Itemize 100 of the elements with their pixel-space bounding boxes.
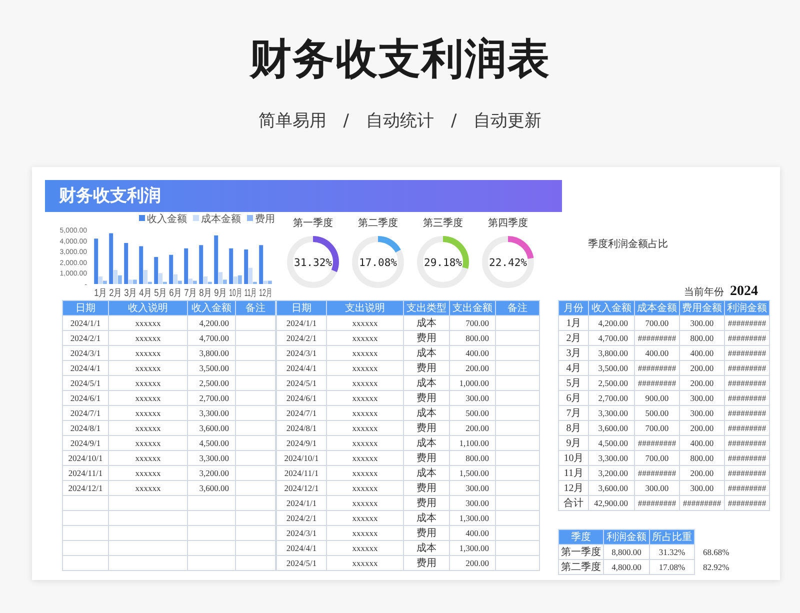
table-cell: 3,300.00 (188, 406, 236, 420)
table-cell: xxxxxx (326, 540, 404, 556)
table-cell: 2024/12/1 (62, 480, 108, 496)
table-cell: 8,800.00 (604, 544, 650, 560)
column-header: 日期 (62, 300, 108, 316)
table-cell: 1,500.00 (450, 466, 496, 480)
quarter-title: 第三季度 (423, 218, 463, 230)
column-header: 收入说明 (108, 300, 188, 316)
table-cell: 3,500.00 (588, 360, 634, 376)
table-cell: xxxxxx (108, 466, 188, 480)
table-cell: 5月 (558, 376, 589, 390)
table-cell: 2024/6/1 (276, 390, 326, 406)
table-cell: xxxxxx (108, 480, 188, 496)
column-header: 所占比重 (650, 530, 694, 544)
table-cell: ######### (724, 480, 770, 496)
table-cell: 500.00 (634, 406, 680, 420)
table-cell: 2024/3/1 (276, 526, 326, 540)
quarter-title: 第一季度 (293, 218, 333, 230)
table-cell: 800.00 (450, 450, 496, 466)
table-cell: 800.00 (450, 330, 496, 346)
table-cell: 4,200.00 (188, 316, 236, 330)
table-cell: 3,600.00 (188, 480, 236, 496)
table-cell: 900.00 (634, 390, 680, 406)
table-cell: xxxxxx (326, 480, 404, 496)
table-cell: xxxxxx (108, 316, 188, 330)
table-cell: 31.32% (650, 544, 694, 560)
table-cell: 17.08% (650, 560, 694, 574)
table-cell: 3,200.00 (588, 466, 634, 480)
table-cell: xxxxxx (326, 526, 404, 540)
table-cell: xxxxxx (108, 360, 188, 376)
axis-category-label: 11月 (244, 286, 257, 298)
percent-label: 22.42% (489, 257, 527, 269)
column-header: 利润金额 (604, 530, 650, 544)
percent-label: 29.18% (424, 257, 462, 269)
table-cell: 2024/8/1 (276, 420, 326, 436)
table-cell: ######### (724, 496, 770, 510)
table-cell: 11月 (558, 466, 589, 480)
legend-label: 成本金额 (201, 213, 241, 225)
table-cell: 3,800.00 (188, 346, 236, 360)
table-cell: xxxxxx (108, 450, 188, 466)
legend-label: 费用 (255, 213, 275, 225)
table-cell: 200.00 (450, 556, 496, 570)
page-title: 财务收支利润表 (250, 34, 550, 84)
table-cell: 2024/1/1 (276, 316, 326, 330)
column-header: 备注 (236, 300, 276, 316)
table-cell: 2024/2/1 (276, 510, 326, 526)
axis-category-label: 3月 (124, 287, 137, 298)
table-cell: 300.00 (450, 480, 496, 496)
table-cell: xxxxxx (326, 510, 404, 526)
table-cell: 合计 (558, 496, 589, 510)
table-cell: ######### (724, 346, 770, 360)
table-cell: xxxxxx (108, 436, 188, 450)
quarter-title: 第四季度 (488, 218, 528, 230)
legend-label: 收入金额 (147, 213, 187, 225)
axis-category-label: 7月 (184, 287, 197, 298)
table-cell: 800.00 (679, 330, 724, 346)
table-cell: 700.00 (634, 420, 680, 436)
table-cell: xxxxxx (326, 390, 404, 406)
table-cell: 400.00 (679, 346, 724, 360)
table-cell: ######### (724, 436, 770, 450)
table-cell: 2024/4/1 (276, 540, 326, 556)
table-cell: xxxxxx (326, 420, 404, 436)
table-cell: 4,500.00 (588, 436, 634, 450)
table-cell: 费用 (404, 420, 450, 436)
table-cell: 2024/4/1 (276, 360, 326, 376)
table-cell: 200.00 (679, 376, 724, 390)
table-cell: 300.00 (679, 316, 724, 330)
table-cell: 成本 (404, 466, 450, 480)
table-cell: 2024/7/1 (62, 406, 108, 420)
table-cell: ######### (634, 466, 680, 480)
table-cell: xxxxxx (108, 420, 188, 436)
axis-category-label: 1月 (94, 287, 107, 298)
table-cell: 4,800.00 (604, 560, 650, 574)
table-cell: 费用 (404, 496, 450, 510)
table-cell: 2024/12/1 (276, 480, 326, 496)
table-cell: 300.00 (450, 390, 496, 406)
table-cell: 400.00 (679, 436, 724, 450)
table-cell: 300.00 (450, 496, 496, 510)
table-cell: 费用 (404, 480, 450, 496)
column-header: 支出说明 (326, 300, 404, 316)
table-cell: 2024/5/1 (276, 556, 326, 570)
table-cell: 300.00 (679, 390, 724, 406)
year-value: 2024 (730, 284, 758, 300)
column-header: 支出金额 (450, 300, 496, 316)
table-cell: 4,200.00 (588, 316, 634, 330)
table-cell: 2024/4/1 (62, 360, 108, 376)
table-cell: xxxxxx (326, 376, 404, 390)
table-cell: 200.00 (450, 360, 496, 376)
table-cell: 成本 (404, 346, 450, 360)
table-cell: 费用 (404, 330, 450, 346)
table-cell: ######### (634, 376, 680, 390)
axis-category-label: 5月 (154, 287, 167, 298)
table-cell: ######### (724, 420, 770, 436)
table-cell: 2024/7/1 (276, 406, 326, 420)
table-cell: ######### (724, 360, 770, 376)
table-cell: xxxxxx (108, 330, 188, 346)
table-cell: 成本 (404, 316, 450, 330)
table-cell: 成本 (404, 406, 450, 420)
table-cell: 300.00 (634, 480, 680, 496)
axis-category-label: 6月 (169, 287, 182, 298)
